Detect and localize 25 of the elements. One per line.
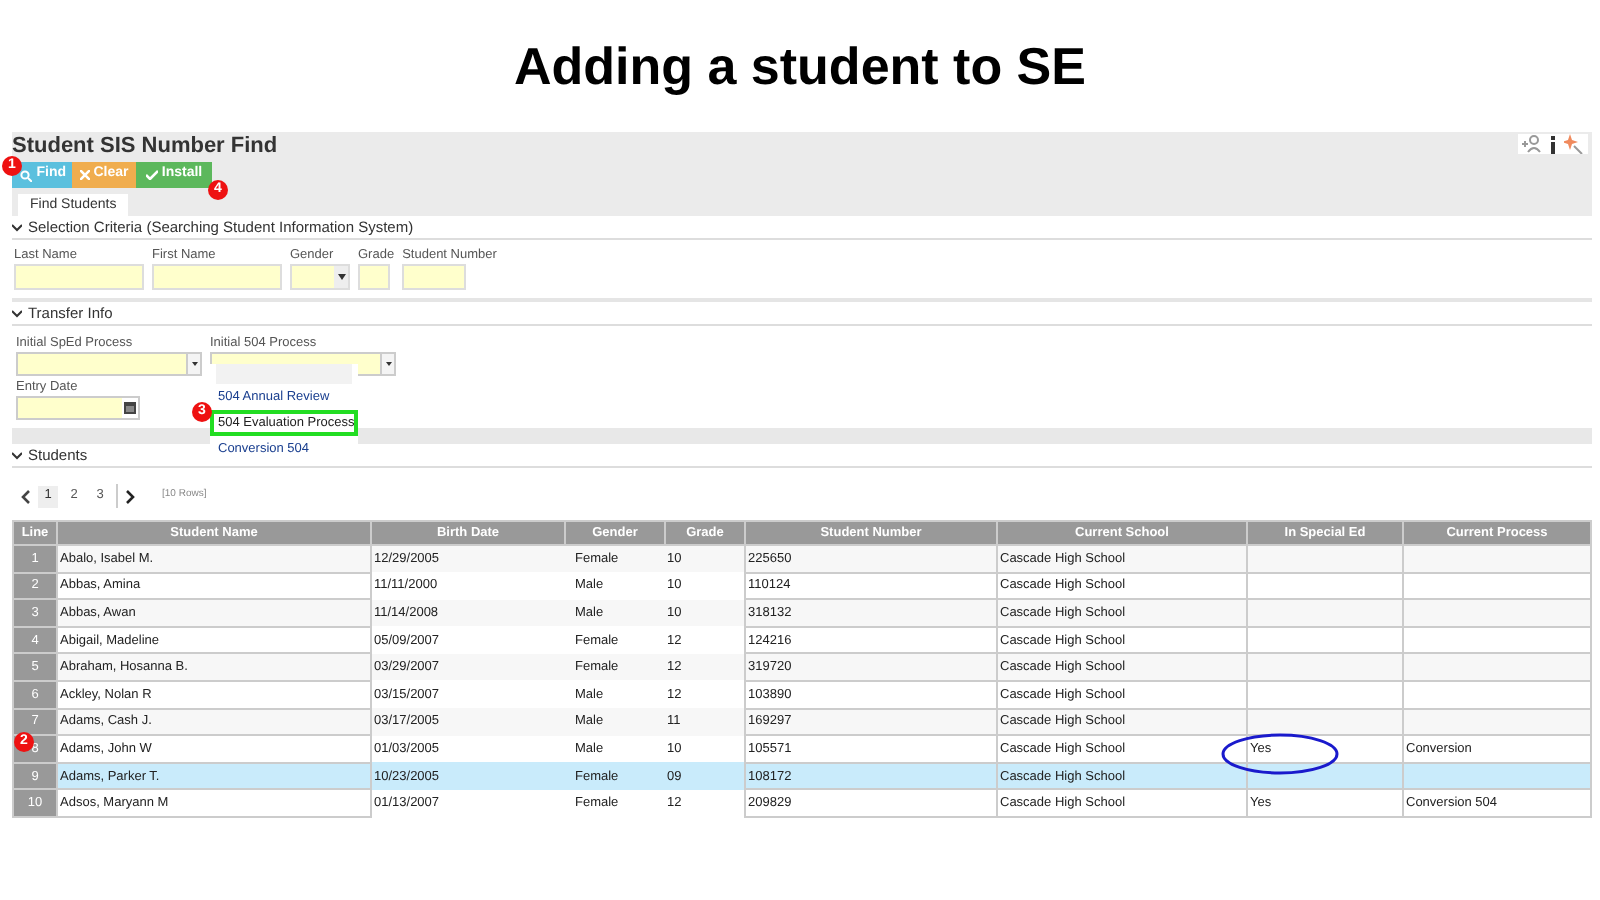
chevron-down-icon[interactable] <box>12 310 22 318</box>
calendar-icon <box>124 402 136 414</box>
search-icon <box>20 169 33 181</box>
input-field[interactable] <box>402 264 467 290</box>
select-field[interactable] <box>290 264 350 290</box>
page-title: Student SIS Number Find <box>12 134 278 158</box>
date-field[interactable] <box>16 396 140 420</box>
caret-icon <box>385 362 391 366</box>
slide-title: Adding a student to SE <box>514 33 1086 99</box>
input-field[interactable] <box>14 264 144 290</box>
person-add-icon[interactable] <box>1522 134 1542 154</box>
check-icon <box>145 170 158 180</box>
sparkle-icon[interactable] <box>1564 134 1584 154</box>
chevron-down-icon[interactable] <box>12 224 22 232</box>
caret-icon <box>337 274 345 280</box>
highlight-ellipse <box>1220 732 1340 776</box>
caret-icon <box>191 362 197 366</box>
input-field[interactable] <box>358 264 390 290</box>
chevron-left-icon[interactable] <box>20 489 32 503</box>
input-field[interactable] <box>152 264 282 290</box>
chevron-down-icon[interactable] <box>12 452 22 460</box>
info-icon[interactable] <box>1550 135 1556 153</box>
select-field[interactable] <box>16 352 202 376</box>
close-icon <box>79 170 90 180</box>
chevron-right-icon[interactable] <box>124 489 136 503</box>
